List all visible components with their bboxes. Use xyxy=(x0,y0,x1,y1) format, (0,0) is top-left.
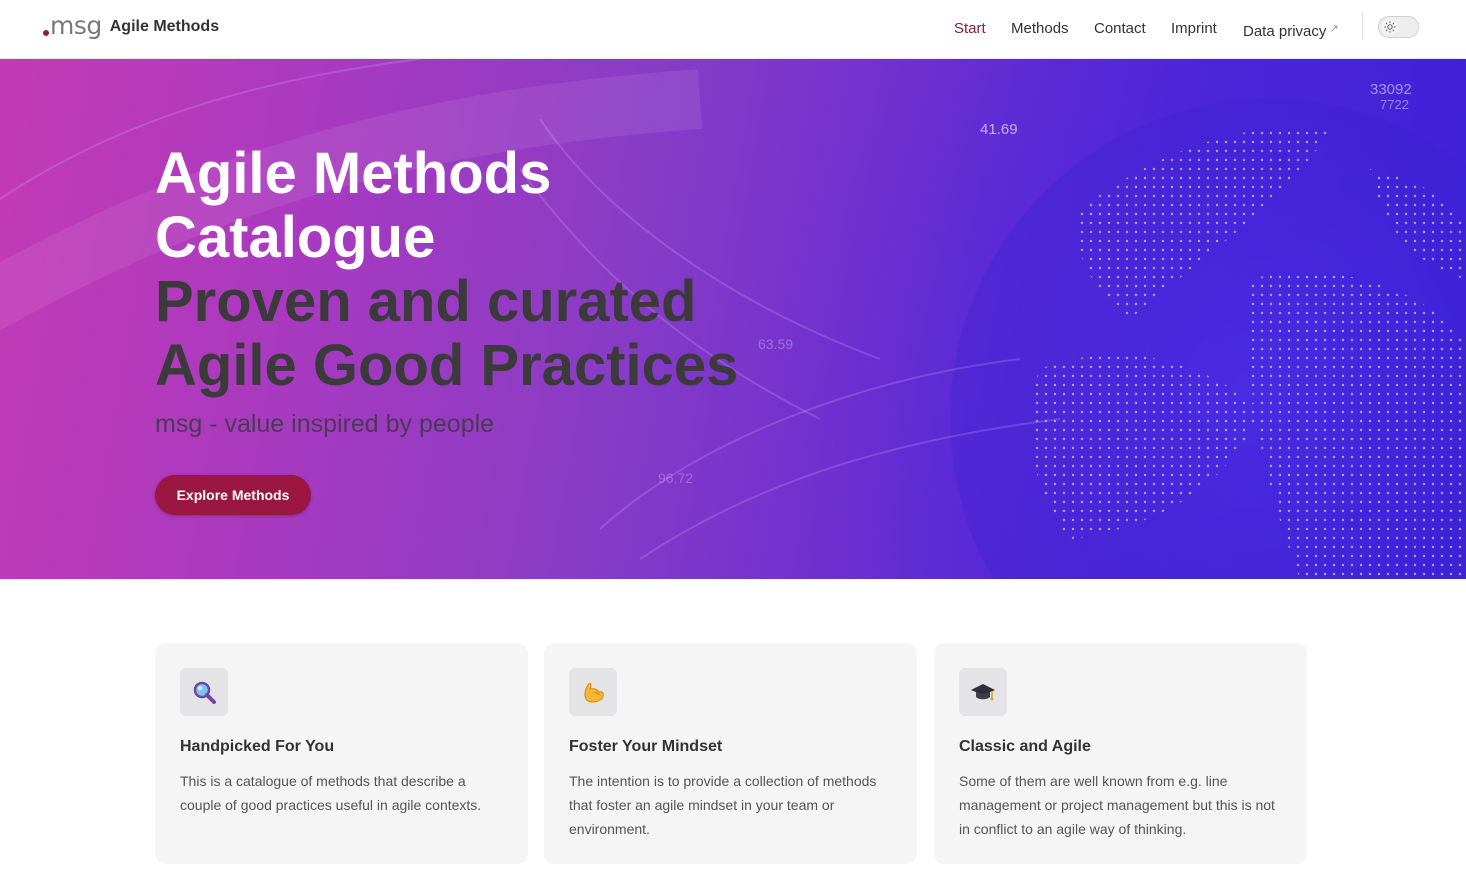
bg-number: 96.72 xyxy=(658,470,693,486)
feature-card-mindset: Foster Your Mindset The intention is to … xyxy=(544,643,917,864)
card-text: The intention is to provide a collection… xyxy=(569,773,877,837)
hero-tagline: msg - value inspired by people xyxy=(155,410,495,438)
nav-methods[interactable]: Methods xyxy=(1011,19,1069,39)
nav-contact[interactable]: Contact xyxy=(1094,19,1146,39)
card-text: This is a catalogue of methods that desc… xyxy=(180,773,482,813)
sun-icon xyxy=(1384,21,1396,33)
explore-methods-button[interactable]: Explore Methods xyxy=(155,475,311,515)
theme-toggle[interactable] xyxy=(1378,16,1419,38)
external-link-icon: ↗ xyxy=(1329,23,1339,35)
card-title: Classic and Agile xyxy=(959,738,1091,755)
feature-card-handpicked: Handpicked For You This is a catalogue o… xyxy=(155,643,528,864)
graduation-cap-icon xyxy=(959,668,1007,716)
features-section: Handpicked For You This is a catalogue o… xyxy=(0,579,1466,875)
hero-subtitle: Proven and curated Agile Good Practices xyxy=(155,269,739,398)
magnifying-glass-icon xyxy=(180,668,228,716)
card-text: Some of them are well known from e.g. li… xyxy=(959,773,1275,837)
card-title: Foster Your Mindset xyxy=(569,738,723,755)
nav-data-privacy-label: Data privacy xyxy=(1243,23,1327,40)
bg-number: 7722 xyxy=(1380,97,1409,112)
flexed-biceps-icon xyxy=(569,668,617,716)
nav-imprint[interactable]: Imprint xyxy=(1171,19,1217,39)
toggle-knob xyxy=(1382,19,1398,35)
nav-divider xyxy=(1362,13,1363,40)
site-header: msg Agile Methods Start Methods Contact … xyxy=(0,0,1466,59)
nav-start[interactable]: Start xyxy=(954,19,986,39)
card-title: Handpicked For You xyxy=(180,738,335,755)
bg-number: 41.69 xyxy=(980,121,1018,138)
feature-card-classic: Classic and Agile Some of them are well … xyxy=(934,643,1307,864)
bg-number: 33092 xyxy=(1370,81,1412,98)
main-nav: Start Methods Contact Imprint Data priva… xyxy=(0,19,1466,42)
hero-section: 41.69 63.59 96.72 33092 7722 Agile Metho… xyxy=(0,59,1466,579)
nav-data-privacy[interactable]: Data privacy ↗ xyxy=(1243,19,1339,42)
hero-title: Agile Methods Catalogue xyxy=(155,141,552,270)
